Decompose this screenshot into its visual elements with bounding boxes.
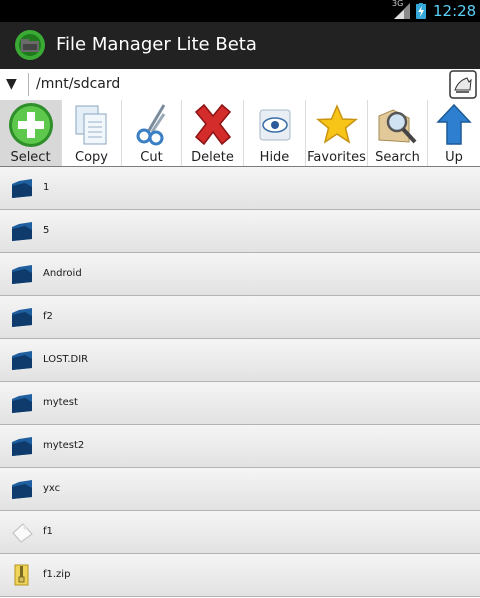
magnifier-folder-icon: [378, 109, 416, 144]
current-path[interactable]: /mnt/sdcard: [36, 69, 120, 100]
copy-label: Copy: [75, 150, 108, 165]
list-item[interactable]: Android: [0, 253, 480, 296]
folder-icon: [12, 351, 32, 370]
folder-icon: [12, 222, 32, 241]
app-title: File Manager Lite Beta: [56, 34, 257, 55]
file-name: 1: [43, 182, 50, 193]
status-bar: 3G 12:28: [0, 0, 480, 22]
hide-button[interactable]: Hide: [244, 100, 306, 166]
copy-documents-icon: [75, 105, 106, 145]
battery-icon: [416, 3, 426, 19]
status-time: 12:28: [433, 2, 477, 20]
search-button[interactable]: Search: [368, 100, 428, 166]
favorites-label: Favorites: [307, 150, 366, 165]
cut-label: Cut: [140, 150, 163, 165]
folder-icon: [12, 394, 32, 413]
delete-label: Delete: [191, 150, 234, 165]
file-name: mytest2: [43, 440, 85, 451]
path-bar: ▼ /mnt/sdcard: [0, 69, 480, 101]
search-label: Search: [375, 150, 420, 165]
file-name: LOST.DIR: [43, 354, 89, 365]
folder-icon: [12, 308, 32, 327]
select-label: Select: [10, 150, 51, 165]
file-name: f2: [43, 311, 53, 322]
file-name: f1.zip: [43, 569, 71, 580]
file-name: Android: [43, 268, 82, 279]
folder-icon: [12, 179, 32, 198]
list-item[interactable]: yxc: [0, 468, 480, 511]
select-button[interactable]: Select: [0, 100, 62, 166]
scissors-icon: [136, 104, 165, 146]
path-divider: [28, 73, 29, 96]
favorites-button[interactable]: Favorites: [306, 100, 368, 166]
file-icon: [12, 523, 33, 543]
file-list: 1 5 Android f2 LOST.DIR mytest mytest2 y…: [0, 167, 480, 597]
star-icon: [315, 104, 358, 144]
signal-icon: [394, 3, 410, 19]
file-name: mytest: [43, 397, 78, 408]
list-item[interactable]: LOST.DIR: [0, 339, 480, 382]
path-dropdown-icon[interactable]: ▼: [6, 76, 17, 92]
list-item[interactable]: mytest: [0, 382, 480, 425]
copy-button[interactable]: Copy: [62, 100, 122, 166]
list-item[interactable]: f1: [0, 511, 480, 554]
up-button[interactable]: Up: [428, 100, 480, 166]
folder-icon: [12, 265, 32, 284]
plus-circle-icon: [8, 103, 53, 147]
hide-label: Hide: [259, 150, 290, 165]
up-arrow-icon: [436, 103, 472, 145]
file-name: 5: [43, 225, 50, 236]
file-name: yxc: [43, 483, 61, 494]
up-label: Up: [445, 150, 463, 165]
eye-icon: [259, 109, 290, 141]
list-item[interactable]: 5: [0, 210, 480, 253]
file-name: f1: [43, 526, 53, 537]
action-bar: File Manager Lite Beta: [0, 22, 480, 70]
delete-button[interactable]: Delete: [182, 100, 244, 166]
app-logo-icon: [15, 30, 45, 60]
list-item[interactable]: f2: [0, 296, 480, 339]
zip-file-icon: [14, 564, 29, 586]
folder-icon: [12, 437, 32, 456]
cut-button[interactable]: Cut: [122, 100, 182, 166]
list-item[interactable]: 1: [0, 167, 480, 210]
folder-icon: [12, 480, 32, 499]
red-x-icon: [194, 103, 231, 146]
toolbar: Select Copy Cut Delete Hide Favorites Se…: [0, 100, 480, 167]
list-item[interactable]: f1.zip: [0, 554, 480, 597]
sd-card-icon[interactable]: [449, 70, 477, 99]
list-item[interactable]: mytest2: [0, 425, 480, 468]
